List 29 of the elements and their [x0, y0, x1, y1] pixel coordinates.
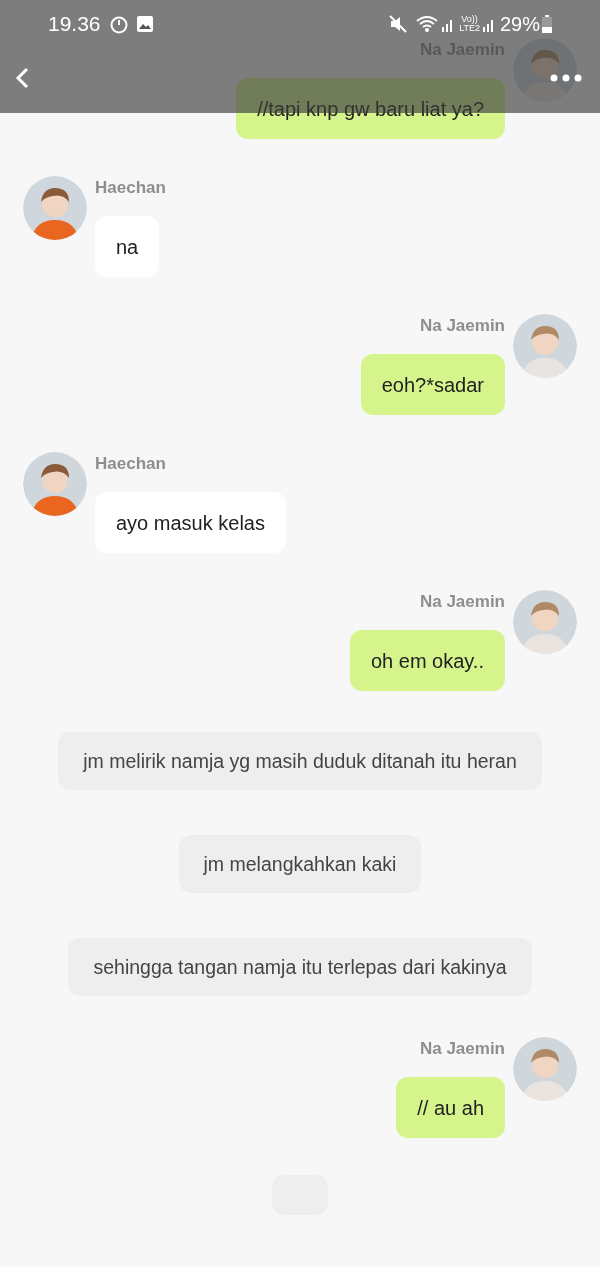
- more-button[interactable]: [548, 72, 584, 84]
- back-icon: [14, 66, 30, 90]
- sender-name: Haechan: [95, 177, 166, 199]
- network-type: LTE2: [459, 24, 480, 33]
- battery-percent: 29%: [499, 12, 540, 37]
- battery-icon: [542, 15, 552, 33]
- avatar: [513, 1037, 577, 1101]
- message-bubble: na: [95, 216, 160, 277]
- avatar: [513, 590, 577, 654]
- narration-bubble: jm melirik namja yg masih duduk ditanah itu heran: [58, 732, 542, 790]
- narration-bubble: sehingga tangan namja itu terlepas dari kakinya: [68, 938, 532, 996]
- sender-name: Haechan: [95, 453, 166, 475]
- message-bubble: // au ah: [396, 1077, 505, 1138]
- sender-name: Na Jaemin: [419, 315, 505, 337]
- message-bubble: ayo masuk kelas: [95, 492, 286, 553]
- avatar: [513, 314, 577, 378]
- wifi-icon: [415, 15, 440, 33]
- avatar: [513, 38, 577, 102]
- sender-name: Na Jaemin: [419, 1038, 505, 1060]
- message-bubble: eoh?*sadar: [360, 354, 505, 415]
- avatar: [23, 176, 87, 240]
- image-icon: [136, 16, 153, 32]
- narration-bubble: jm melangkahkan kaki: [178, 835, 422, 893]
- network-label: Vo)): [461, 15, 478, 24]
- avatar: [23, 452, 87, 516]
- more-icon: [550, 74, 582, 82]
- sender-name: Na Jaemin: [419, 591, 505, 613]
- message-bubble: oh em okay..: [349, 630, 505, 691]
- status-time: 19.36: [48, 11, 101, 38]
